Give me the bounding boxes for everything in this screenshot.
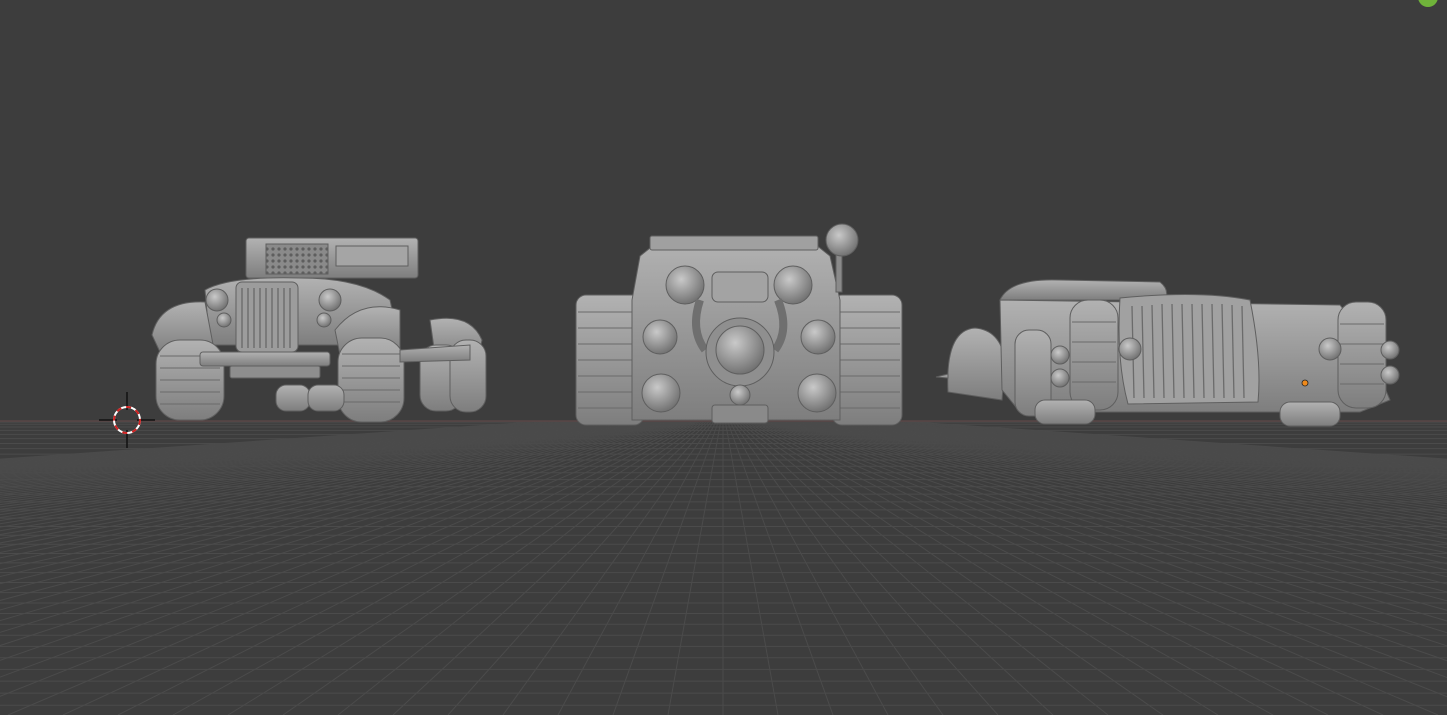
truck-model[interactable] xyxy=(151,237,487,423)
3d-viewport[interactable] xyxy=(0,0,1447,715)
floor-grid xyxy=(0,420,1447,715)
viewport-canvas[interactable] xyxy=(0,0,1447,715)
nav-gizmo-icon[interactable] xyxy=(1418,0,1438,7)
origin-dot-icon xyxy=(1301,379,1309,387)
tracked-vehicle-model[interactable] xyxy=(575,223,903,426)
3d-cursor-icon[interactable] xyxy=(99,392,155,448)
hotrod-model[interactable] xyxy=(935,279,1400,427)
